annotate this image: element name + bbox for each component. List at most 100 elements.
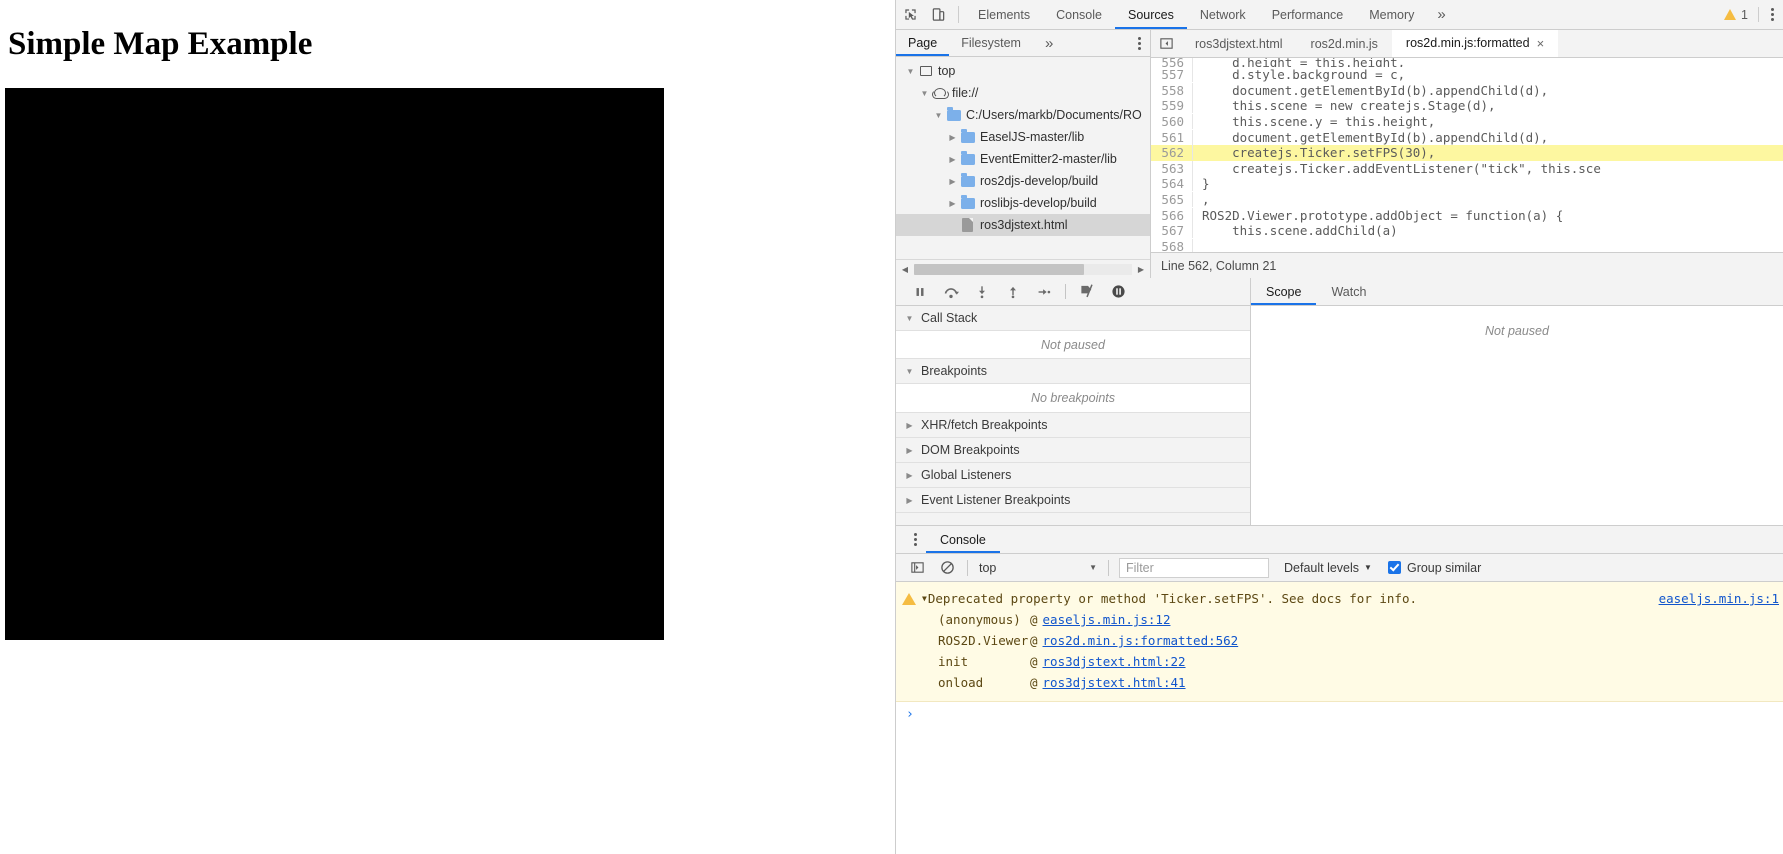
chevron-down-icon[interactable]: [918, 89, 931, 98]
tab-network[interactable]: Network: [1187, 0, 1259, 29]
tree-item-roslibjs[interactable]: roslibjs-develop/build: [896, 192, 1150, 214]
deactivate-breakpoints-button[interactable]: [1072, 278, 1103, 306]
clear-console-icon[interactable]: [932, 555, 962, 581]
tab-performance[interactable]: Performance: [1259, 0, 1357, 29]
chevron-down-icon[interactable]: ▼: [1364, 563, 1372, 572]
chevron-right-icon[interactable]: [904, 496, 915, 505]
tab-sources[interactable]: Sources: [1114, 0, 1187, 29]
breakpoints-empty-message: No breakpoints: [896, 384, 1250, 413]
stack-frame-link[interactable]: easeljs.min.js:12: [1043, 612, 1171, 627]
navigator-horizontal-scrollbar[interactable]: ◀ ▶: [896, 259, 1150, 278]
section-label: Breakpoints: [921, 364, 988, 378]
console-drawer: Console top ▼ Filter Default levels ▼ Gr…: [896, 525, 1783, 854]
scroll-right-icon[interactable]: ▶: [1135, 265, 1147, 274]
line-number: 562: [1151, 145, 1193, 161]
chevron-right-icon[interactable]: [904, 421, 915, 430]
more-tabs-icon[interactable]: »: [1427, 0, 1455, 29]
scrollbar-thumb[interactable]: [914, 263, 1085, 275]
chevron-right-icon[interactable]: [904, 446, 915, 455]
line-number: 560: [1151, 114, 1193, 130]
stack-at-symbol: @: [1030, 654, 1038, 669]
console-warning-message[interactable]: ▼ Deprecated property or method 'Ticker.…: [896, 582, 1783, 702]
chevron-right-icon[interactable]: [946, 199, 959, 208]
line-code: d.style.background = c,: [1202, 67, 1406, 83]
section-header-call-stack[interactable]: Call Stack: [896, 306, 1250, 331]
pause-script-execution-button[interactable]: [904, 278, 935, 306]
tree-item-file-origin[interactable]: file://: [896, 82, 1150, 104]
step-out-button[interactable]: [997, 278, 1028, 306]
warning-count-indicator[interactable]: 1: [1716, 0, 1756, 29]
scroll-left-icon[interactable]: ◀: [899, 265, 911, 274]
editor-tab-ros2d-min-js-formatted[interactable]: ros2d.min.js:formatted ×: [1391, 30, 1559, 57]
devtools-settings-kebab-icon[interactable]: [1761, 0, 1783, 29]
chevron-down-icon[interactable]: [932, 111, 945, 120]
chevron-right-icon[interactable]: [946, 133, 959, 142]
checkbox-checked-icon[interactable]: [1387, 561, 1401, 574]
chevron-right-icon[interactable]: [946, 177, 959, 186]
tab-scope[interactable]: Scope: [1251, 278, 1317, 305]
console-filter-input[interactable]: Filter: [1119, 557, 1269, 578]
line-code: ROS2D.Viewer.prototype.addObject = funct…: [1202, 207, 1564, 223]
tab-watch[interactable]: Watch: [1316, 278, 1381, 305]
console-context-selector[interactable]: top ▼: [973, 557, 1103, 578]
drawer-tab-console[interactable]: Console: [926, 526, 1000, 553]
section-header-global-listeners[interactable]: Global Listeners: [896, 463, 1250, 488]
group-similar-checkbox[interactable]: Group similar: [1387, 561, 1481, 575]
tab-elements[interactable]: Elements: [965, 0, 1043, 29]
tree-item-documents-folder[interactable]: C:/Users/markb/Documents/RO: [896, 104, 1150, 126]
tree-item-ros3djstext-html[interactable]: ros3djstext.html: [896, 214, 1150, 236]
stack-frame-link[interactable]: ros3djstext.html:41: [1043, 675, 1186, 690]
section-header-event-listener-breakpoints[interactable]: Event Listener Breakpoints: [896, 488, 1250, 513]
stack-frame-link[interactable]: ros2d.min.js:formatted:562: [1043, 633, 1239, 648]
scrollbar-track[interactable]: [914, 263, 1132, 275]
chevron-down-icon[interactable]: ▼: [1089, 563, 1097, 572]
file-tree: top file:// C:/Users/markb/Documents/RO: [896, 57, 1150, 259]
map-canvas[interactable]: [5, 88, 664, 640]
device-toolbar-icon[interactable]: [924, 0, 952, 29]
nav-tab-page[interactable]: Page: [896, 30, 950, 56]
step-into-button[interactable]: [966, 278, 997, 306]
inspect-cursor-icon[interactable]: [896, 0, 924, 29]
tab-console[interactable]: Console: [1043, 0, 1115, 29]
pause-on-exceptions-button[interactable]: [1103, 278, 1134, 306]
navigator-more-icon[interactable]: »: [1033, 30, 1065, 56]
step-over-button[interactable]: [935, 278, 966, 306]
nav-tab-filesystem[interactable]: Filesystem: [949, 30, 1033, 56]
chevron-right-icon[interactable]: [946, 155, 959, 164]
chevron-right-icon[interactable]: [904, 471, 915, 480]
editor-tab-ros2d-min-js[interactable]: ros2d.min.js: [1297, 30, 1392, 57]
chevron-down-icon[interactable]: [904, 314, 915, 323]
console-levels-selector[interactable]: Default levels ▼: [1284, 561, 1372, 575]
editor-tab-ros3djstext-html[interactable]: ros3djstext.html: [1181, 30, 1297, 57]
page-title: Simple Map Example: [8, 26, 313, 62]
tree-item-easeljs[interactable]: EaselJS-master/lib: [896, 126, 1150, 148]
tree-item-top[interactable]: top: [896, 60, 1150, 82]
folder-icon: [959, 150, 976, 165]
step-button[interactable]: [1028, 278, 1059, 306]
tree-item-ros2djs[interactable]: ros2djs-develop/build: [896, 170, 1150, 192]
close-icon[interactable]: ×: [1537, 36, 1545, 51]
expand-message-icon[interactable]: ▼: [922, 594, 927, 603]
drawer-tabbar: Console: [896, 526, 1783, 554]
show-navigator-icon[interactable]: [1151, 30, 1181, 57]
chevron-down-icon[interactable]: [904, 367, 915, 376]
warning-header-line: ▼ Deprecated property or method 'Ticker.…: [896, 588, 1783, 609]
section-header-breakpoints[interactable]: Breakpoints: [896, 359, 1250, 384]
warning-source-link[interactable]: easeljs.min.js:1: [1659, 591, 1783, 606]
chevron-down-icon[interactable]: [904, 67, 917, 76]
section-header-dom-breakpoints[interactable]: DOM Breakpoints: [896, 438, 1250, 463]
code-line: 566 ROS2D.Viewer.prototype.addObject = f…: [1151, 207, 1783, 223]
navigator-tabbar: Page Filesystem »: [896, 30, 1150, 57]
line-number: 565: [1151, 192, 1193, 208]
drawer-menu-kebab-icon[interactable]: [904, 526, 926, 553]
app-root: Simple Map Example Elements Console Sour…: [0, 0, 1783, 854]
tab-memory[interactable]: Memory: [1356, 0, 1427, 29]
section-header-xhr-fetch-breakpoints[interactable]: XHR/fetch Breakpoints: [896, 413, 1250, 438]
line-code: }: [1202, 176, 1210, 192]
tree-item-eventemitter2[interactable]: EventEmitter2-master/lib: [896, 148, 1150, 170]
stack-frame-link[interactable]: ros3djstext.html:22: [1043, 654, 1186, 669]
navigator-menu-kebab-icon[interactable]: [1128, 30, 1150, 56]
console-sidebar-icon[interactable]: [902, 555, 932, 581]
console-input-prompt[interactable]: ›: [896, 702, 1783, 726]
code-editor[interactable]: 556 d.height = this.height, 557 d.style.…: [1151, 58, 1783, 252]
